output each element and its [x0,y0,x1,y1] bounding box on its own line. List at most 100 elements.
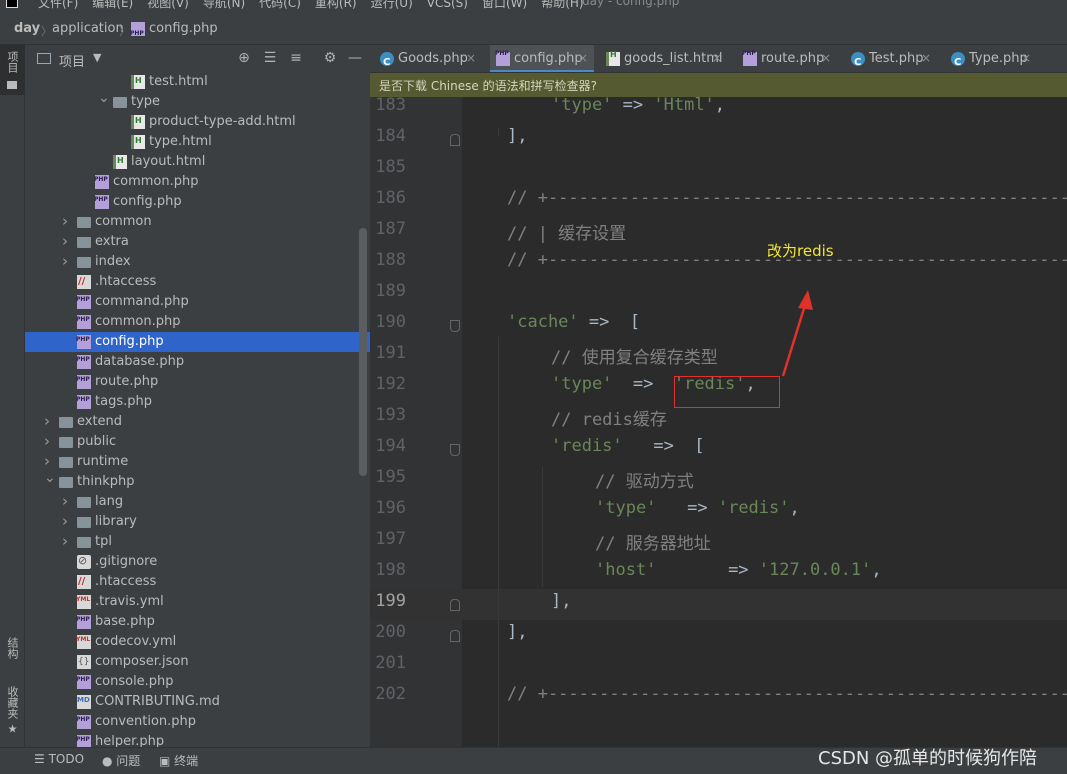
close-icon[interactable]: × [921,45,931,72]
chevron-down-icon[interactable]: ⌄ [44,468,56,488]
code-line[interactable]: 188// +---------------------------------… [370,248,1067,279]
code-line[interactable]: 201 [370,651,1067,682]
close-icon[interactable]: × [821,45,831,72]
chevron-right-icon[interactable]: › [62,211,74,231]
tree-item[interactable]: composer.json [25,652,370,672]
tree-item[interactable]: config.php [25,190,370,212]
fold-marker-icon[interactable] [450,444,460,456]
fold-marker-icon[interactable] [450,630,460,642]
code-line[interactable]: 185 [370,155,1067,186]
chevron-right-icon[interactable]: › [62,531,74,551]
menu-item[interactable]: 编辑(E) [92,0,133,10]
tree-item[interactable]: › common [25,212,370,232]
project-tree-scrollbar[interactable] [359,228,367,476]
code-line[interactable]: 183 'type' => 'Html', [370,97,1067,124]
tree-item[interactable]: helper.php [25,730,370,747]
code-line[interactable]: 200], [370,620,1067,651]
menu-item[interactable]: 帮助(H) [541,0,583,10]
code-line[interactable]: 189 [370,279,1067,310]
close-icon[interactable]: × [578,45,588,72]
close-icon[interactable]: × [1021,45,1031,72]
tab-project-tool[interactable]: 项目 [0,45,25,95]
tree-item[interactable]: › lang [25,492,370,512]
fold-marker-icon[interactable] [450,320,460,332]
tree-item[interactable]: config.php [25,330,370,352]
chevron-right-icon[interactable]: › [44,431,56,451]
tree-item[interactable]: .htaccess [25,272,370,292]
fold-marker-icon[interactable] [450,134,460,146]
tree-item[interactable]: › runtime [25,452,370,472]
tree-item[interactable]: › index [25,252,370,272]
code-line[interactable]: 190 'cache' => [ [370,310,1067,341]
editor-tab[interactable]: Type.php× [945,45,1037,72]
chevron-right-icon[interactable]: › [62,491,74,511]
gear-icon[interactable]: ⚙ [321,49,339,67]
tree-item[interactable]: › public [25,432,370,452]
code-line[interactable]: 191 // 使用复合缓存类型 [370,341,1067,372]
menu-item[interactable]: 重构(R) [315,0,357,10]
breadcrumb-file[interactable]: config.php [149,21,218,36]
tree-item[interactable]: convention.php [25,710,370,732]
tree-item[interactable]: command.php [25,290,370,312]
editor-tab[interactable]: route.php× [737,45,837,72]
close-icon[interactable]: × [712,45,722,72]
code-line[interactable]: 196 'type' => 'redis', [370,496,1067,527]
chevron-down-icon[interactable]: ⌄ [98,88,110,108]
tree-item[interactable]: ⌄ thinkphp [25,470,370,492]
editor-tab[interactable]: Goods.php× [374,45,482,72]
tree-item[interactable]: tags.php [25,390,370,412]
menu-item[interactable]: 文件(F) [38,0,78,10]
tab-structure-tool[interactable]: 结构 [0,623,25,673]
menu-item[interactable]: VCS(S) [427,0,468,10]
code-line[interactable]: 184], [370,124,1067,155]
code-line[interactable]: 202 // +---------------------------------… [370,682,1067,713]
menu-item[interactable]: 导航(N) [203,0,245,10]
menu-item[interactable]: 视图(V) [147,0,189,10]
chevron-right-icon[interactable]: › [62,231,74,251]
editor-tab[interactable]: goods_list.html× [600,45,728,72]
close-icon[interactable]: × [466,45,476,72]
tree-item[interactable]: layout.html [25,151,370,172]
chevron-right-icon[interactable]: › [44,411,56,431]
chevron-right-icon[interactable]: › [62,251,74,271]
code-line[interactable]: 195 // 驱动方式 [370,465,1067,496]
tree-item[interactable]: base.php [25,610,370,632]
collapse-all-icon[interactable]: ≡ [287,49,305,67]
tree-item[interactable]: common.php [25,170,370,192]
todo-tool-button[interactable]: ☰ TODO [34,752,84,766]
tree-item[interactable]: .travis.yml [25,590,370,612]
tree-item[interactable]: type.html [25,131,370,152]
tree-item[interactable]: common.php [25,310,370,332]
breadcrumb-folder[interactable]: application [52,21,124,36]
editor-tab[interactable]: config.php× [490,45,594,72]
tree-item[interactable]: console.php [25,670,370,692]
tree-item[interactable]: product-type-add.html [25,111,370,132]
project-panel-title[interactable]: 项目 [59,51,85,70]
tree-item[interactable]: CONTRIBUTING.md [25,690,370,712]
fold-marker-icon[interactable] [450,599,460,611]
tree-item[interactable]: › extra [25,232,370,252]
tree-item[interactable]: database.php [25,350,370,372]
tree-item[interactable]: .htaccess [25,572,370,592]
code-line[interactable]: 187 // | 缓存设置 [370,217,1067,248]
chevron-right-icon[interactable]: › [62,511,74,531]
code-line[interactable]: 186 // +---------------------------------… [370,186,1067,217]
locate-icon[interactable]: ⊕ [235,49,253,67]
code-line[interactable]: 198 'host' => '127.0.0.1', [370,558,1067,589]
tab-favorites-tool[interactable]: 收藏夹 ★ [0,681,25,741]
code-line[interactable]: 194 'redis' => [ [370,434,1067,465]
tree-item[interactable]: › library [25,512,370,532]
tree-item[interactable]: codecov.yml [25,630,370,652]
expand-all-icon[interactable]: ☰ [261,49,279,67]
code-line[interactable]: 197 // 服务器地址 [370,527,1067,558]
breadcrumb-project[interactable]: day [14,21,40,36]
problems-tool-button[interactable]: ● 问题 [102,752,140,769]
code-line[interactable]: 199], [370,589,1067,620]
terminal-tool-button[interactable]: ▣ 终端 [159,752,198,769]
tree-item[interactable]: test.html [25,72,370,92]
tree-item[interactable]: ⌄ type [25,90,370,112]
tree-item[interactable]: › tpl [25,532,370,552]
tree-item[interactable]: .gitignore [25,551,370,572]
menu-item[interactable]: 代码(C) [259,0,301,10]
minimize-icon[interactable]: — [346,49,364,67]
